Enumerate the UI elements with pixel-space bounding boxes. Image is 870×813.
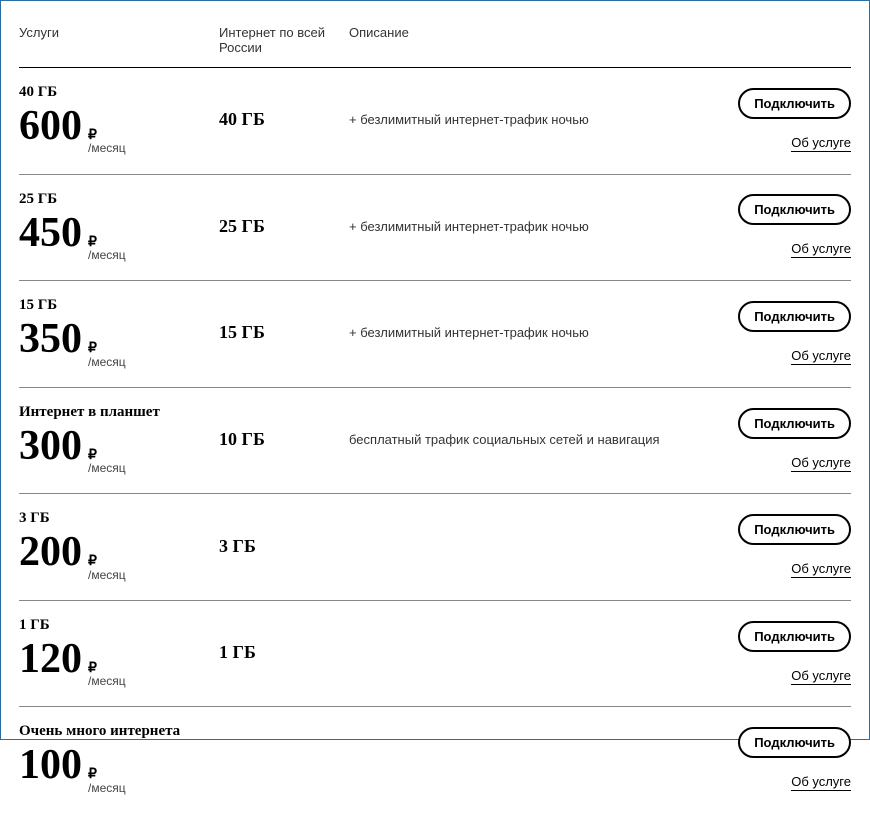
plan-cell-services: 40 ГБ 600 ₽ /месяц <box>19 84 219 156</box>
plan-actions: Подключить Об услуге <box>721 727 851 791</box>
connect-button[interactable]: Подключить <box>738 301 851 332</box>
plan-title: 40 ГБ <box>19 84 219 101</box>
about-link[interactable]: Об услуге <box>791 348 851 365</box>
ruble-icon: ₽ <box>88 340 126 355</box>
plan-cell-services: 3 ГБ 200 ₽ /месяц <box>19 510 219 582</box>
ruble-icon: ₽ <box>88 127 126 142</box>
plan-title: 15 ГБ <box>19 297 219 314</box>
connect-button[interactable]: Подключить <box>738 727 851 758</box>
per-month-label: /месяц <box>88 782 126 795</box>
plan-cell-services: Интернет в планшет 300 ₽ /месяц <box>19 404 219 476</box>
plan-cell-services: 25 ГБ 450 ₽ /месяц <box>19 191 219 263</box>
ruble-icon: ₽ <box>88 447 126 462</box>
plan-description: бесплатный трафик социальных сетей и нав… <box>349 432 721 447</box>
plan-price-meta: ₽ /месяц <box>88 660 126 689</box>
plan-cell-services: 1 ГБ 120 ₽ /месяц <box>19 617 219 689</box>
plan-price-wrap: 120 ₽ /месяц <box>19 638 219 689</box>
plan-price-wrap: 100 ₽ /месяц <box>19 744 219 795</box>
plan-actions: Подключить Об услуге <box>721 194 851 258</box>
table-row: 15 ГБ 350 ₽ /месяц 15 ГБ + безлимитный и… <box>19 281 851 388</box>
plan-price-wrap: 200 ₽ /месяц <box>19 531 219 582</box>
plan-actions: Подключить Об услуге <box>721 301 851 365</box>
plan-cell-services: Очень много интернета 100 ₽ /месяц <box>19 723 219 795</box>
table-row: 40 ГБ 600 ₽ /месяц 40 ГБ + безлимитный и… <box>19 68 851 175</box>
about-link[interactable]: Об услуге <box>791 241 851 258</box>
plan-internet: 3 ГБ <box>219 536 349 557</box>
table-header: Услуги Интернет по всей России Описание <box>19 15 851 68</box>
header-services: Услуги <box>19 25 219 40</box>
plan-cell-services: 15 ГБ 350 ₽ /месяц <box>19 297 219 369</box>
connect-button[interactable]: Подключить <box>738 194 851 225</box>
plan-price-meta: ₽ /месяц <box>88 127 126 156</box>
plan-price: 450 <box>19 212 82 254</box>
table-row: 3 ГБ 200 ₽ /месяц 3 ГБ Подключить Об усл… <box>19 494 851 601</box>
plan-price-meta: ₽ /месяц <box>88 447 126 476</box>
table-row: 25 ГБ 450 ₽ /месяц 25 ГБ + безлимитный и… <box>19 175 851 282</box>
plan-price-meta: ₽ /месяц <box>88 234 126 263</box>
plan-description: + безлимитный интернет-трафик ночью <box>349 112 721 127</box>
ruble-icon: ₽ <box>88 553 126 568</box>
plan-internet: 15 ГБ <box>219 322 349 343</box>
per-month-label: /месяц <box>88 356 126 369</box>
plan-title: Очень много интернета <box>19 723 219 740</box>
plan-price: 300 <box>19 425 82 467</box>
plan-price: 200 <box>19 531 82 573</box>
plan-title: Интернет в планшет <box>19 404 219 421</box>
table-row: Интернет в планшет 300 ₽ /месяц 10 ГБ бе… <box>19 388 851 495</box>
connect-button[interactable]: Подключить <box>738 621 851 652</box>
plan-price-meta: ₽ /месяц <box>88 340 126 369</box>
per-month-label: /месяц <box>88 462 126 475</box>
plan-price: 600 <box>19 105 82 147</box>
plan-title: 1 ГБ <box>19 617 219 634</box>
plan-price: 120 <box>19 638 82 680</box>
plan-actions: Подключить Об услуге <box>721 408 851 472</box>
plan-internet: 40 ГБ <box>219 109 349 130</box>
about-link[interactable]: Об услуге <box>791 561 851 578</box>
plan-actions: Подключить Об услуге <box>721 88 851 152</box>
per-month-label: /месяц <box>88 675 126 688</box>
per-month-label: /месяц <box>88 142 126 155</box>
plan-price-wrap: 600 ₽ /месяц <box>19 105 219 156</box>
ruble-icon: ₽ <box>88 660 126 675</box>
pricing-table: Услуги Интернет по всей России Описание … <box>1 1 869 813</box>
ruble-icon: ₽ <box>88 234 126 249</box>
per-month-label: /месяц <box>88 249 126 262</box>
header-description: Описание <box>349 25 721 40</box>
about-link[interactable]: Об услуге <box>791 668 851 685</box>
plan-price-meta: ₽ /месяц <box>88 766 126 795</box>
plan-actions: Подключить Об услуге <box>721 621 851 685</box>
plan-description: + безлимитный интернет-трафик ночью <box>349 219 721 234</box>
plan-internet: 10 ГБ <box>219 429 349 450</box>
plan-price-meta: ₽ /месяц <box>88 553 126 582</box>
connect-button[interactable]: Подключить <box>738 408 851 439</box>
about-link[interactable]: Об услуге <box>791 774 851 791</box>
plan-actions: Подключить Об услуге <box>721 514 851 578</box>
ruble-icon: ₽ <box>88 766 126 781</box>
plan-description: + безлимитный интернет-трафик ночью <box>349 325 721 340</box>
header-internet: Интернет по всей России <box>219 25 349 55</box>
plan-title: 25 ГБ <box>19 191 219 208</box>
per-month-label: /месяц <box>88 569 126 582</box>
plan-price: 100 <box>19 744 82 786</box>
plan-price-wrap: 350 ₽ /месяц <box>19 318 219 369</box>
plan-internet: 1 ГБ <box>219 642 349 663</box>
about-link[interactable]: Об услуге <box>791 135 851 152</box>
plan-rows: 40 ГБ 600 ₽ /месяц 40 ГБ + безлимитный и… <box>19 68 851 813</box>
plan-price-wrap: 300 ₽ /месяц <box>19 425 219 476</box>
plan-internet: 25 ГБ <box>219 216 349 237</box>
plan-price-wrap: 450 ₽ /месяц <box>19 212 219 263</box>
plan-title: 3 ГБ <box>19 510 219 527</box>
about-link[interactable]: Об услуге <box>791 455 851 472</box>
table-row: Очень много интернета 100 ₽ /месяц Подкл… <box>19 707 851 813</box>
connect-button[interactable]: Подключить <box>738 88 851 119</box>
connect-button[interactable]: Подключить <box>738 514 851 545</box>
plan-price: 350 <box>19 318 82 360</box>
table-row: 1 ГБ 120 ₽ /месяц 1 ГБ Подключить Об усл… <box>19 601 851 708</box>
